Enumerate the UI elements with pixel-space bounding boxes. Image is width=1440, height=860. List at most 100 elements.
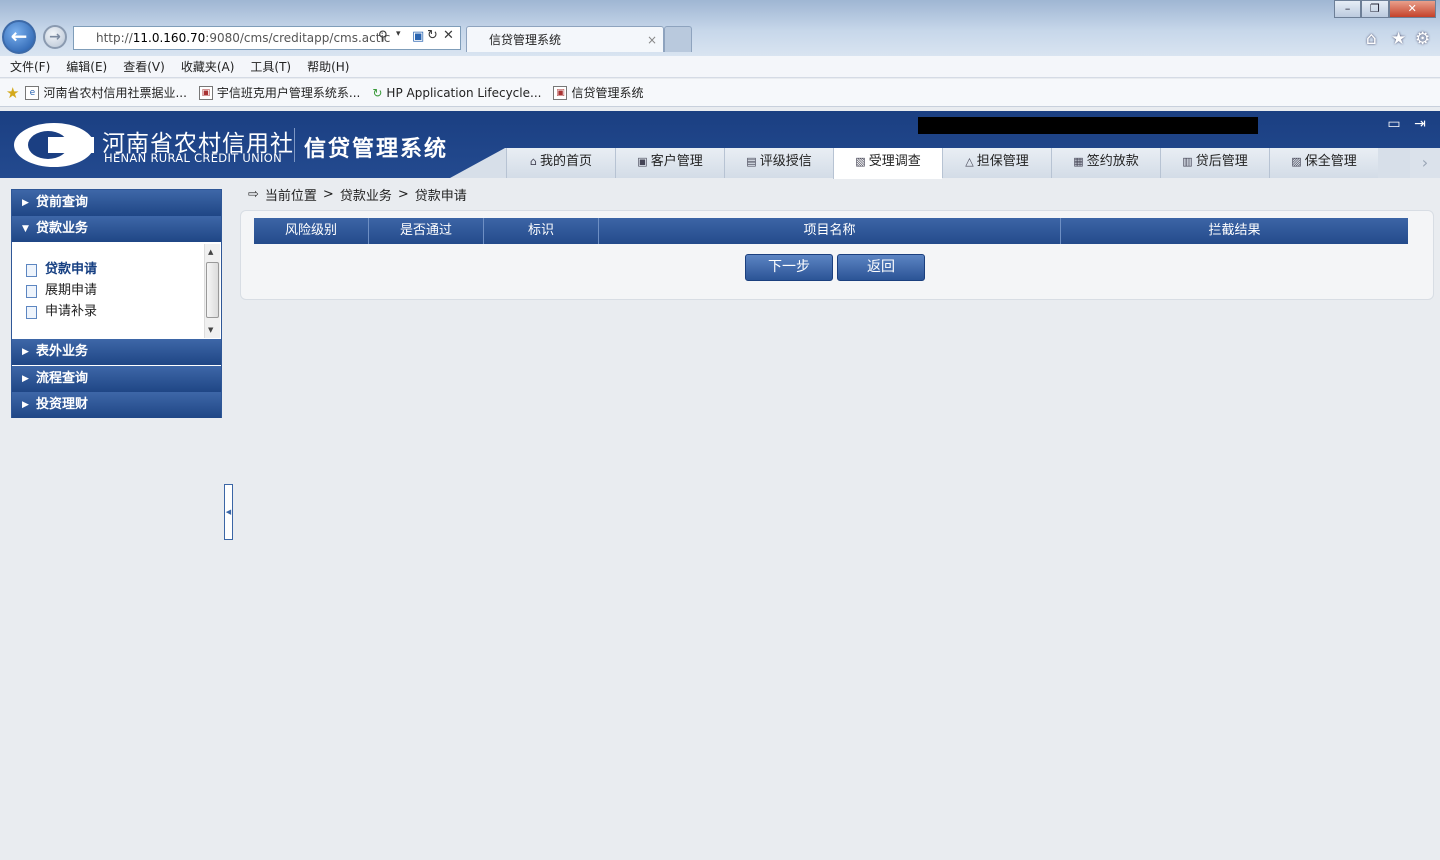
- system-name: 信贷管理系统: [304, 137, 449, 162]
- warning-triangle-icon: △: [965, 155, 974, 168]
- new-tab-button[interactable]: [664, 26, 692, 52]
- maximize-icon[interactable]: ❐: [1361, 0, 1389, 18]
- home-icon[interactable]: ⌂: [1366, 29, 1377, 49]
- column-header-risk-level[interactable]: 风险级别: [254, 218, 369, 244]
- sidebar-group-body: 贷款申请 展期申请 申请补录 ▲ ▼: [12, 244, 221, 338]
- logout-icon[interactable]: ⇥: [1411, 116, 1429, 132]
- compat-view-icon[interactable]: ▣: [412, 29, 424, 44]
- group-label: 表外业务: [36, 344, 89, 359]
- sidebar-collapse-handle[interactable]: ◀: [224, 484, 233, 540]
- menu-help[interactable]: 帮助(H): [307, 56, 349, 77]
- back-button[interactable]: 返回: [837, 254, 925, 281]
- tab-rating[interactable]: ▤ 评级授信: [724, 148, 833, 178]
- sidebar-item-loan-apply[interactable]: 贷款申请: [26, 261, 97, 279]
- document-icon: ▥: [1182, 155, 1193, 168]
- document-icon: [26, 263, 37, 277]
- scroll-thumb[interactable]: [206, 262, 219, 318]
- id-card-icon: ▣: [637, 155, 648, 168]
- column-header-flag[interactable]: 标识: [484, 218, 599, 244]
- address-bar[interactable]: http://11.0.160.70:9080/cms/creditapp/cm…: [73, 26, 461, 50]
- sidebar-group-offbalance[interactable]: ▶ 表外业务: [12, 339, 221, 365]
- refresh-page-icon: ↻: [372, 85, 383, 100]
- stop-icon[interactable]: ✕: [443, 28, 454, 43]
- breadcrumb-level2: 贷款申请: [414, 189, 467, 204]
- favorite-link[interactable]: e 河南省农村信用社票据业...: [25, 84, 187, 101]
- tab-label: 客户管理: [650, 154, 703, 169]
- sidebar-group-preloan-query[interactable]: ▶ 贷前查询: [12, 190, 221, 216]
- org-name-en: HENAN RURAL CREDIT UNION: [104, 151, 282, 165]
- menu-bar: 文件(F) 编辑(E) 查看(V) 收藏夹(A) 工具(T) 帮助(H): [0, 56, 1440, 78]
- tab-postloan[interactable]: ▥ 贷后管理: [1160, 148, 1269, 178]
- url-host: 11.0.160.70: [132, 31, 206, 45]
- tab-close-icon[interactable]: ×: [647, 27, 657, 53]
- dropdown-icon[interactable]: ▾: [396, 29, 401, 39]
- tab-signing[interactable]: ▦ 签约放款: [1051, 148, 1160, 178]
- settings-gear-icon[interactable]: ⚙: [1415, 29, 1430, 49]
- favorite-label: 宇信班克用户管理系统系...: [216, 86, 361, 100]
- favorite-link[interactable]: ▣ 宇信班克用户管理系统系...: [198, 84, 361, 101]
- scroll-up-icon[interactable]: ▲: [208, 248, 213, 256]
- breadcrumb-separator: >: [322, 187, 334, 202]
- item-label: 申请补录: [45, 304, 98, 319]
- tab-preservation[interactable]: ▨ 保全管理: [1269, 148, 1378, 178]
- sidebar-item-extension-apply[interactable]: 展期申请: [26, 282, 97, 300]
- tab-acceptance[interactable]: ▧ 受理调查: [833, 148, 942, 179]
- table-header: 风险级别 是否通过 标识 项目名称 拦截结果: [254, 218, 1408, 244]
- tab-home[interactable]: ⌂ 我的首页: [506, 148, 615, 178]
- caret-right-icon: ▶: [22, 347, 29, 357]
- menu-favorites[interactable]: 收藏夹(A): [181, 56, 235, 77]
- browser-tab[interactable]: 信贷管理系统 ×: [466, 26, 664, 52]
- home-icon: ⌂: [530, 155, 537, 168]
- tab-label: 签约放款: [1086, 154, 1139, 169]
- logo-divider: [294, 128, 295, 162]
- forward-arrow-icon[interactable]: →: [43, 25, 67, 49]
- favorites-star-icon[interactable]: ★: [1391, 29, 1406, 49]
- breadcrumb: ⇨ 当前位置 > 贷款业务 > 贷款申请: [248, 185, 467, 204]
- caret-down-icon: ▼: [22, 224, 29, 234]
- menu-edit[interactable]: 编辑(E): [66, 56, 107, 77]
- nav-scroll-right-icon[interactable]: ›: [1410, 148, 1440, 178]
- sidebar-item-supplement[interactable]: 申请补录: [26, 303, 97, 321]
- scroll-down-icon[interactable]: ▼: [208, 326, 213, 334]
- rating-icon: ▤: [746, 155, 757, 168]
- monitor-icon[interactable]: ▭: [1385, 116, 1403, 132]
- sidebar: ▶ 贷前查询 ▼ 贷款业务 贷款申请 展期申请 申请补录 ▲ ▼ ▶ 表外业务 ▶ 流程…: [11, 189, 222, 418]
- group-label: 贷款业务: [36, 221, 89, 236]
- favorites-star-icon[interactable]: ★: [6, 84, 19, 102]
- window-controls: – ❐ ✕: [1334, 0, 1436, 18]
- menu-tools[interactable]: 工具(T): [250, 56, 291, 77]
- favorite-label: 河南省农村信用社票据业...: [43, 86, 187, 100]
- column-header-intercept-result[interactable]: 拦截结果: [1061, 218, 1408, 244]
- document-icon: [26, 284, 37, 298]
- menu-view[interactable]: 查看(V): [123, 56, 165, 77]
- url-path: :9080/cms/creditapp/cms.actic: [205, 31, 391, 45]
- investigate-icon: ▧: [855, 155, 866, 168]
- tab-label: 担保管理: [976, 154, 1029, 169]
- tab-customer[interactable]: ▣ 客户管理: [615, 148, 724, 178]
- sidebar-scrollbar[interactable]: ▲ ▼: [204, 244, 220, 338]
- favorite-label: HP Application Lifecycle...: [386, 85, 542, 100]
- back-arrow-icon[interactable]: ←: [2, 20, 36, 54]
- close-icon[interactable]: ✕: [1388, 0, 1436, 18]
- minimize-icon[interactable]: –: [1334, 0, 1362, 18]
- column-header-project-name[interactable]: 项目名称: [599, 218, 1061, 244]
- top-nav: ⌂ 我的首页 ▣ 客户管理 ▤ 评级授信 ▧ 受理调查 △ 担保管理 ▦ 签约放款 ▥ 贷后管…: [506, 148, 1378, 179]
- column-header-passed[interactable]: 是否通过: [369, 218, 484, 244]
- breadcrumb-label: 当前位置: [264, 189, 317, 204]
- menu-file[interactable]: 文件(F): [10, 56, 50, 77]
- page-icon: ▣: [553, 85, 568, 100]
- breadcrumb-level1[interactable]: 贷款业务: [340, 185, 392, 204]
- search-icon[interactable]: ⚲: [378, 29, 388, 44]
- favorite-link[interactable]: ↻ HP Application Lifecycle...: [372, 86, 541, 100]
- group-label: 贷前查询: [36, 195, 89, 210]
- tab-guarantee[interactable]: △ 担保管理: [942, 148, 1051, 178]
- copy-icon: ▨: [1291, 155, 1302, 168]
- favorite-link[interactable]: ▣ 信贷管理系统: [553, 84, 643, 101]
- sidebar-group-loan-business[interactable]: ▼ 贷款业务: [12, 216, 221, 242]
- sidebar-group-process-query[interactable]: ▶ 流程查询: [12, 366, 221, 392]
- refresh-icon[interactable]: ↻: [427, 28, 438, 43]
- sidebar-group-investment[interactable]: ▶ 投资理财: [12, 392, 221, 418]
- breadcrumb-separator: >: [397, 187, 409, 202]
- next-step-button[interactable]: 下一步: [745, 254, 833, 281]
- document-icon: [26, 305, 37, 319]
